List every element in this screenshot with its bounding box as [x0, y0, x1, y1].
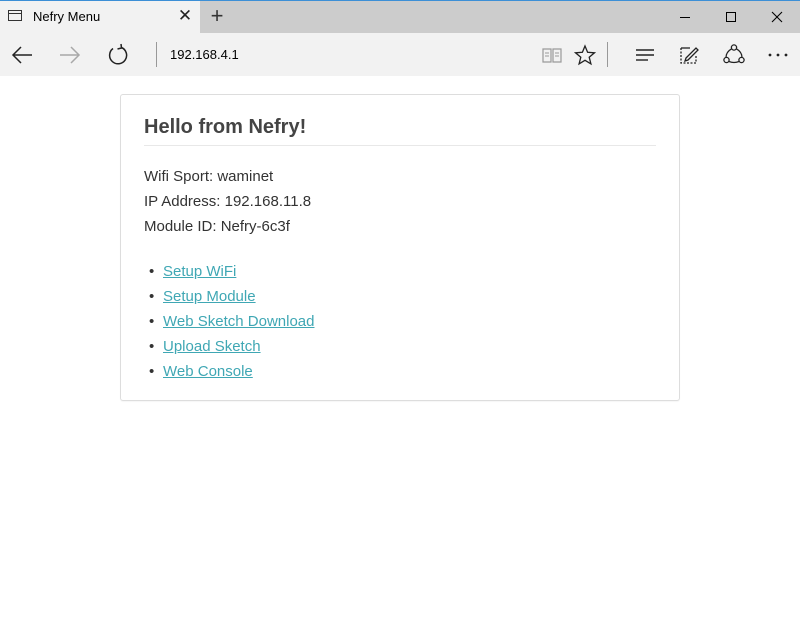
address-bar[interactable]: 192.168.4.1 — [170, 46, 530, 64]
new-tab-button[interactable]: + — [205, 4, 229, 28]
more-icon — [768, 53, 788, 57]
refresh-icon — [108, 43, 128, 65]
maximize-button[interactable] — [708, 1, 754, 33]
upload-sketch-link[interactable]: Upload Sketch — [163, 334, 261, 359]
favorite-star-icon — [574, 44, 596, 66]
hub-button[interactable] — [627, 37, 663, 73]
forward-arrow-icon — [60, 46, 81, 64]
web-sketch-download-link[interactable]: Web Sketch Download — [163, 309, 314, 334]
back-arrow-icon — [11, 46, 32, 64]
minimize-button[interactable] — [662, 1, 708, 33]
share-icon — [723, 44, 745, 64]
title-bar: Nefry Menu ✕ + — [0, 0, 800, 33]
tab-nefry-menu[interactable]: Nefry Menu ✕ — [0, 1, 200, 33]
refresh-button[interactable] — [100, 37, 136, 73]
bullet: • — [149, 338, 155, 355]
web-note-icon — [680, 47, 699, 64]
forward-button[interactable] — [52, 37, 88, 73]
toolbar-separator — [607, 42, 608, 67]
bullet: • — [149, 313, 155, 330]
tab-title: Nefry Menu — [33, 9, 101, 24]
bullet: • — [149, 263, 155, 280]
reading-view-icon — [542, 48, 562, 63]
wifi-info: Wifi Sport: waminet — [144, 168, 274, 185]
maximize-icon — [726, 12, 736, 22]
browser-window: Nefry Menu ✕ + 192.168.4.1 Hello from Ne… — [0, 0, 800, 632]
reading-view-button[interactable] — [534, 37, 570, 73]
module-id-info: Module ID: Nefry-6c3f — [144, 218, 290, 235]
address-separator — [156, 42, 157, 67]
minimize-icon — [680, 17, 690, 18]
web-note-button[interactable] — [671, 37, 707, 73]
close-icon — [771, 11, 783, 23]
more-button[interactable] — [760, 37, 796, 73]
hub-icon — [636, 49, 654, 61]
bullet: • — [149, 288, 155, 305]
setup-module-link[interactable]: Setup Module — [163, 284, 256, 309]
ip-address-info: IP Address: 192.168.11.8 — [144, 193, 312, 210]
page-icon — [8, 10, 22, 21]
page-content: Hello from Nefry! Wifi Sport: waminet IP… — [0, 76, 800, 632]
share-button[interactable] — [716, 37, 752, 73]
bullet: • — [149, 363, 155, 380]
tab-close-icon[interactable]: ✕ — [176, 7, 194, 25]
page-title: Hello from Nefry! — [144, 116, 307, 138]
close-window-button[interactable] — [754, 1, 800, 33]
back-button[interactable] — [4, 37, 40, 73]
nefry-menu-card: Hello from Nefry! Wifi Sport: waminet IP… — [120, 94, 680, 401]
favorite-button[interactable] — [567, 37, 603, 73]
web-console-link[interactable]: Web Console — [163, 359, 253, 384]
setup-wifi-link[interactable]: Setup WiFi — [163, 259, 236, 284]
title-divider — [144, 145, 656, 146]
navigation-toolbar: 192.168.4.1 — [0, 33, 800, 76]
